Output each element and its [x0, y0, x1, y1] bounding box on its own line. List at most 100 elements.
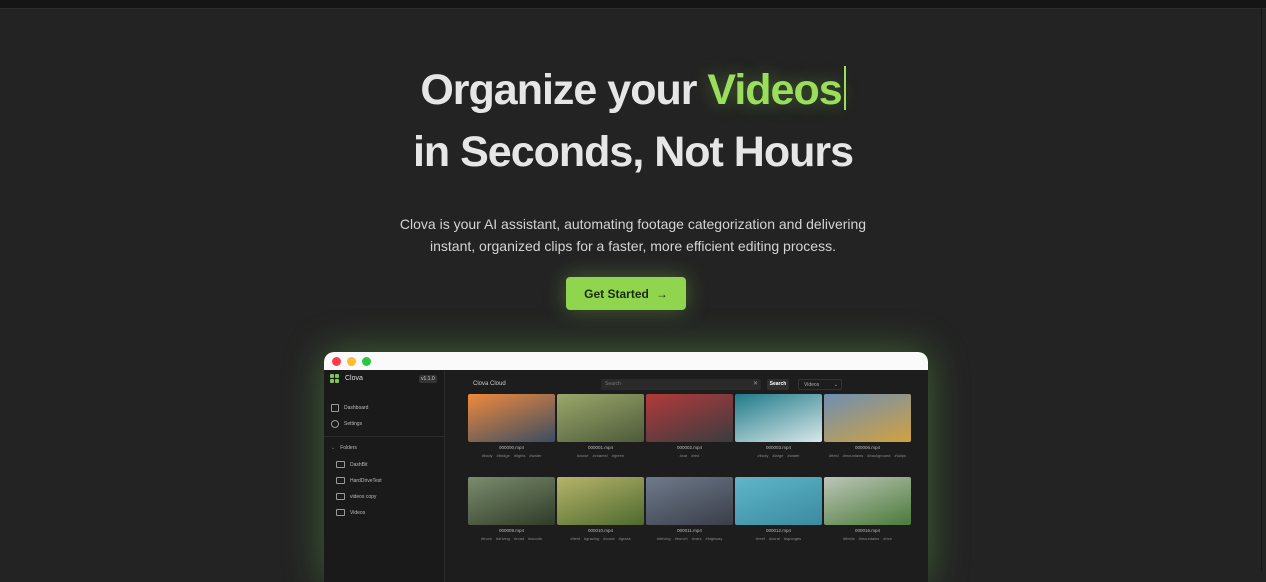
tag: #woods	[528, 536, 542, 541]
tag: #body	[757, 453, 769, 458]
video-grid-row: 000000.mp4 #body #bridge #lights #water 00000…	[468, 394, 911, 458]
typing-cursor	[843, 66, 846, 110]
video-thumbnail[interactable]	[468, 477, 555, 525]
dashboard-icon	[331, 404, 339, 412]
folders-header[interactable]: ⌄ Folders	[331, 445, 357, 451]
hero-subtitle: Clova is your AI assistant, automating f…	[399, 216, 867, 254]
video-thumbnail[interactable]	[468, 394, 555, 442]
video-tags: #fields #mountains #rice	[824, 536, 911, 541]
hero-title-prefix: Organize your	[420, 66, 708, 114]
tag: #driving	[495, 536, 510, 541]
tag: #field	[570, 536, 580, 541]
video-card[interactable]: 000000.mp4 #body #bridge #lights #water	[468, 394, 555, 458]
folder-item[interactable]: HardDriveTest	[336, 477, 382, 484]
video-thumbnail[interactable]	[735, 394, 822, 442]
app-main-panel: Clova Cloud Search ✕ Search Videos ⌄ 000…	[445, 370, 928, 582]
tag: #truck	[481, 536, 492, 541]
chevron-down-icon: ⌄	[833, 382, 838, 388]
app-name: Clova	[345, 375, 363, 382]
maximize-dot-icon	[362, 356, 371, 366]
video-card[interactable]: 000001.mp4 #close #chamel #green	[557, 394, 644, 458]
page-title: Clova Cloud	[473, 381, 506, 387]
video-tags: #body #large #water	[735, 453, 822, 458]
video-thumbnail[interactable]	[735, 477, 822, 525]
tag: #body	[481, 453, 493, 458]
video-filename: 000002.mp4	[676, 445, 703, 450]
filter-select[interactable]: Videos ⌄	[798, 379, 842, 390]
search-button[interactable]: Search	[767, 379, 789, 390]
tag: #green	[611, 453, 625, 458]
folder-item[interactable]: Videos	[336, 509, 365, 516]
chevron-down-icon: ⌄	[331, 445, 336, 451]
search-input[interactable]: Search ✕	[601, 379, 761, 390]
folders-label: Folders	[340, 445, 357, 451]
version-badge: v1.1.0	[419, 375, 437, 383]
tag: #tulips	[894, 453, 906, 458]
app-sidebar: Clova v1.1.0 Dashboard Settings ⌄ Folder…	[324, 370, 445, 582]
tag: #background	[867, 453, 891, 458]
video-filename: 000011.mp4	[677, 528, 702, 533]
sidebar-divider	[324, 436, 444, 437]
video-filename: 000012.mp4	[765, 528, 792, 533]
sidebar-item-label: Dashboard	[344, 405, 369, 411]
video-card[interactable]: 000011.mp4 #driving #bunch #cars #highway	[646, 477, 733, 541]
hero-title-line2: in Seconds, Not Hours	[412, 128, 854, 176]
video-filename: 000000.mp4	[498, 445, 525, 450]
window-title-bar	[324, 352, 928, 370]
tag: #field	[829, 453, 839, 458]
video-thumbnail[interactable]	[824, 477, 911, 525]
tag: #water	[787, 453, 800, 458]
video-tags: #truck #driving #road #woods	[468, 536, 555, 541]
tag: #lights	[513, 453, 526, 458]
sidebar-item-dashboard[interactable]: Dashboard	[331, 404, 368, 412]
sidebar-item-settings[interactable]: Settings	[331, 420, 362, 428]
folder-item[interactable]: DashBit	[336, 461, 368, 468]
tag: #chamel	[592, 453, 608, 458]
search-placeholder: Search	[605, 381, 621, 387]
gear-icon	[331, 420, 339, 428]
video-thumbnail[interactable]	[646, 477, 733, 525]
video-filename: 000009.mp4	[498, 528, 525, 533]
folder-label: videos copy	[350, 493, 377, 500]
tag: #mountains	[858, 536, 880, 541]
get-started-button[interactable]: Get Started →	[566, 277, 686, 310]
app-preview-window: Clova v1.1.0 Dashboard Settings ⌄ Folder…	[324, 352, 928, 582]
video-thumbnail[interactable]	[824, 394, 911, 442]
video-grid-row: 000009.mp4 #truck #driving #road #woods 00001…	[468, 477, 911, 541]
video-tags: #close #chamel #green	[557, 453, 644, 458]
folder-icon	[336, 493, 345, 500]
tag: #cows	[603, 536, 615, 541]
video-filename: 000016.mp4	[854, 528, 881, 533]
folder-icon	[336, 509, 345, 516]
clova-logo-icon	[330, 374, 339, 383]
video-card[interactable]: 000012.mp4 #reef #coral #sponges	[735, 477, 822, 541]
video-filename: 000010.mp4	[587, 528, 614, 533]
tag: #coral	[768, 536, 780, 541]
filter-value: Videos	[804, 382, 820, 388]
tag: #grass	[618, 536, 631, 541]
video-tags: #reef #coral #sponges	[735, 536, 822, 541]
video-tags: #field #mountains #background #tulips	[824, 453, 911, 458]
video-card[interactable]: 000010.mp4 #field #grazing #cows #grass	[557, 477, 644, 541]
video-filename: 000006.mp4	[854, 445, 881, 450]
tag: #bridge	[496, 453, 510, 458]
video-filename: 000001.mp4	[587, 445, 614, 450]
video-thumbnail[interactable]	[557, 477, 644, 525]
video-thumbnail[interactable]	[646, 394, 733, 442]
tag: #red	[691, 453, 700, 458]
video-thumbnail[interactable]	[557, 394, 644, 442]
tag: #bunch	[674, 536, 688, 541]
video-card[interactable]: 000006.mp4 #field #mountains #background #tu…	[824, 394, 911, 458]
folder-item[interactable]: videos copy	[336, 493, 376, 500]
video-card[interactable]: 000016.mp4 #fields #mountains #rice	[824, 477, 911, 541]
video-card[interactable]: 000003.mp4 #body #large #water	[735, 394, 822, 458]
folder-label: DashBit	[350, 461, 368, 468]
browser-top-bar	[0, 0, 1266, 9]
close-icon[interactable]: ✕	[753, 379, 758, 390]
tag: #car	[679, 453, 688, 458]
sidebar-item-label: Settings	[344, 421, 363, 427]
video-card[interactable]: 000009.mp4 #truck #driving #road #woods	[468, 477, 555, 541]
video-card[interactable]: 000002.mp4 #car #red	[646, 394, 733, 458]
video-tags: #driving #bunch #cars #highway	[646, 536, 733, 541]
get-started-label: Get Started	[584, 286, 649, 301]
